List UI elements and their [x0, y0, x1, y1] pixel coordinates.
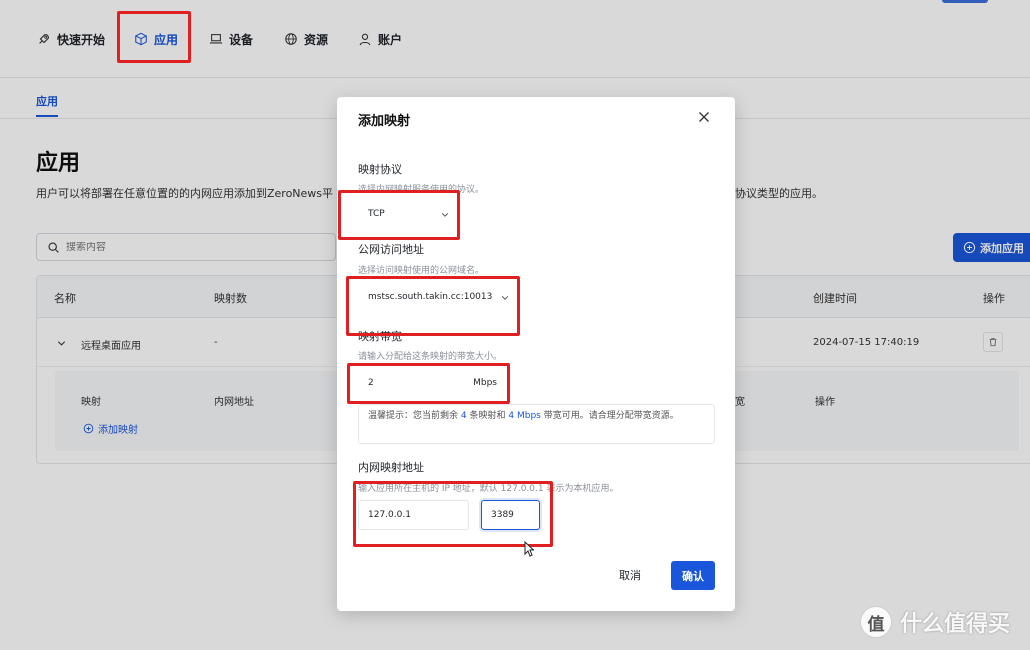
bandwidth-help: 请输入分配给这条映射的带宽大小。	[358, 352, 503, 362]
tip-remaining-mappings: 4	[460, 411, 467, 421]
mouse-cursor-icon	[524, 541, 534, 557]
confirm-button[interactable]: 确认	[671, 561, 715, 590]
bandwidth-tip: 温馨提示：您当前剩余 4 条映射和 4 Mbps 带宽可用。请合理分配带宽资源。	[358, 404, 715, 444]
internal-address-label: 内网映射地址	[358, 461, 424, 474]
annotation-highlight-nav	[117, 11, 191, 63]
cancel-button[interactable]: 取消	[619, 567, 641, 583]
protocol-label: 映射协议	[358, 163, 402, 176]
dialog-title: 添加映射	[358, 114, 411, 129]
tip-remaining-bandwidth: 4 Mbps	[508, 411, 541, 421]
annotation-highlight-bandwidth	[347, 363, 510, 404]
public-address-help: 选择访问映射使用的公网域名。	[358, 266, 485, 276]
annotation-highlight-protocol	[338, 190, 460, 240]
watermark: 值 什么值得买	[860, 606, 1010, 638]
tip-suffix: 带宽可用。请合理分配带宽资源。	[543, 411, 679, 421]
public-address-label: 公网访问地址	[358, 243, 424, 256]
close-icon[interactable]	[698, 111, 710, 123]
annotation-highlight-public-address	[346, 276, 520, 336]
annotation-highlight-internal-address	[353, 481, 553, 547]
tip-prefix: 温馨提示：您当前剩余	[368, 411, 459, 421]
watermark-text: 什么值得买	[900, 612, 1011, 637]
tip-middle: 条映射和	[469, 411, 506, 421]
watermark-logo: 值	[860, 606, 892, 638]
